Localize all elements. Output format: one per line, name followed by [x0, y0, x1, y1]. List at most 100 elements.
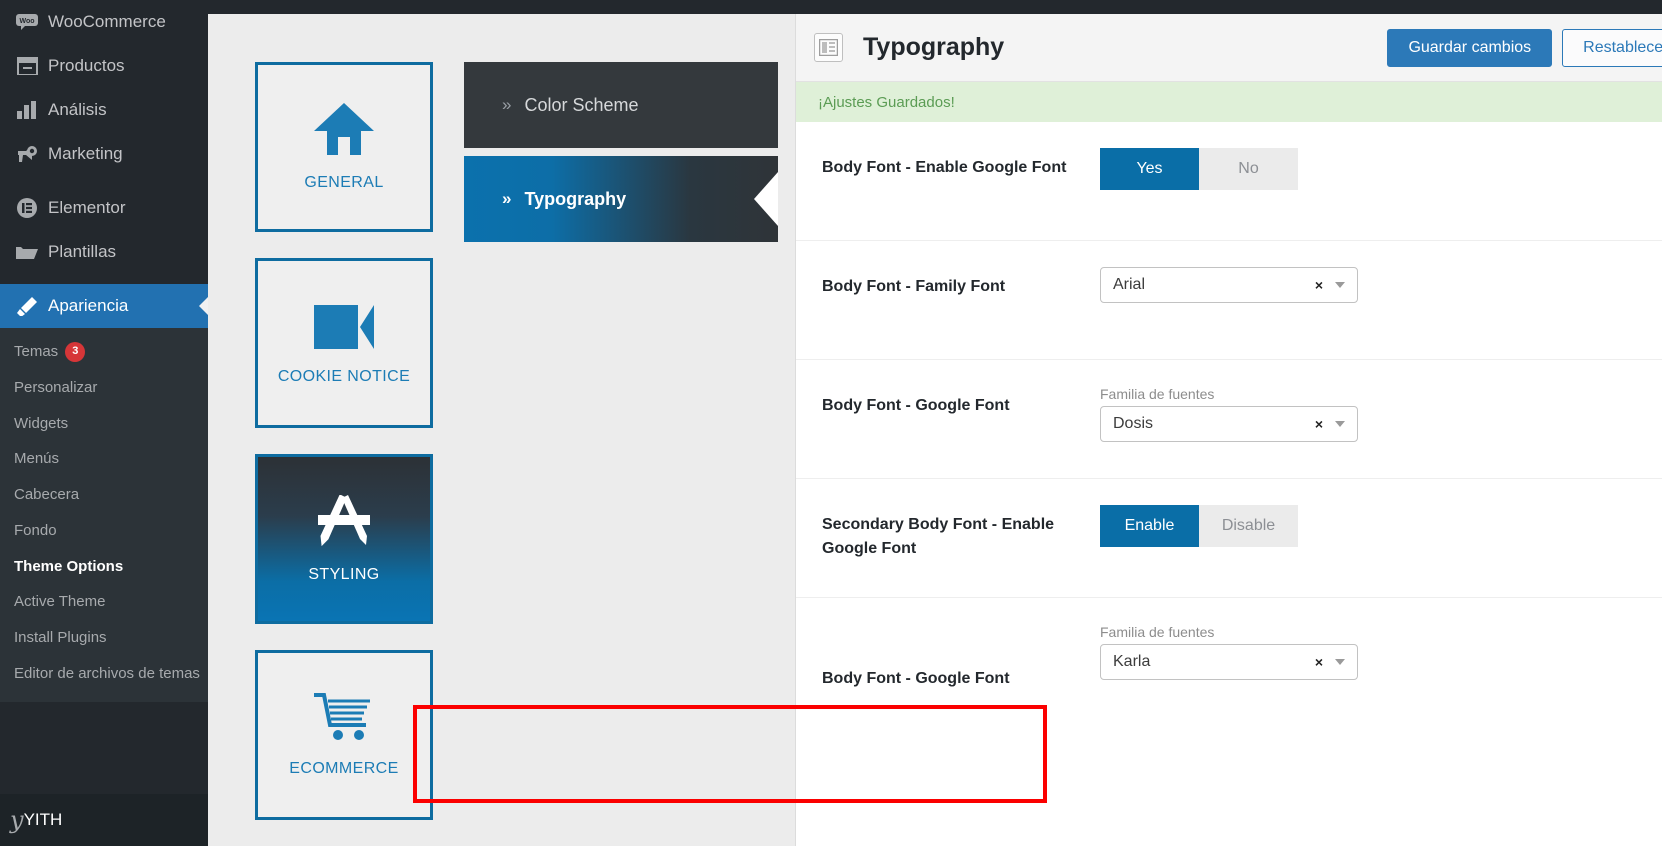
sidebar-item-label: WooCommerce	[48, 12, 166, 31]
admin-top-bar	[208, 0, 1662, 14]
layout-panel-icon	[814, 33, 843, 62]
section-tile-ecommerce[interactable]: ECOMMERCE	[255, 650, 433, 820]
subnav-item-label: Typography	[524, 188, 627, 209]
buttonset-secondary-enable-google-font: Enable Disable	[1100, 505, 1662, 547]
buttonset-option-enable[interactable]: Enable	[1100, 505, 1199, 547]
sidebar-item-analisis[interactable]: Análisis	[0, 88, 208, 132]
sidebar-item-marketing[interactable]: Marketing	[0, 132, 208, 176]
sidebar-subitem-fondo[interactable]: Fondo	[0, 513, 208, 549]
field-control: Familia de fuentes Karla ×	[1100, 624, 1662, 680]
select-family-font[interactable]: Arial ×	[1100, 267, 1358, 303]
subnav-item-typography[interactable]: » Typography	[464, 156, 778, 242]
field-control: Yes No	[1100, 148, 1662, 190]
sidebar-subitem-theme-options[interactable]: Theme Options	[0, 549, 208, 585]
section-tile-label: GENERAL	[304, 173, 384, 191]
section-tiles: GENERAL COOKIE NOTICE STYLING ECOMMERCE	[255, 62, 437, 846]
page-title: Typography	[863, 33, 1005, 61]
clear-icon[interactable]: ×	[1315, 654, 1323, 670]
chevron-down-icon[interactable]	[1335, 659, 1345, 665]
field-label: Secondary Body Font - Enable Google Font	[822, 516, 1055, 557]
field-control: Arial ×	[1100, 267, 1662, 303]
sidebar-subitem-menus[interactable]: Menús	[0, 441, 208, 477]
buttonset-option-disable[interactable]: Disable	[1199, 505, 1298, 547]
select-google-font-karla[interactable]: Karla ×	[1100, 644, 1358, 680]
theme-options-page: GENERAL COOKIE NOTICE STYLING ECOMMERCE …	[208, 14, 1662, 846]
yith-icon: y	[10, 806, 24, 834]
field-label: Body Font - Google Font	[822, 397, 1010, 414]
section-tile-label: ECOMMERCE	[289, 759, 399, 777]
home-icon	[314, 102, 374, 160]
sidebar-subitem-temas[interactable]: Temas 3	[0, 334, 208, 370]
select-sub-label: Familia de fuentes	[1100, 624, 1215, 640]
save-button[interactable]: Guardar cambios	[1387, 28, 1553, 67]
chevron-down-icon[interactable]	[1335, 421, 1345, 427]
folder-icon	[10, 244, 44, 261]
chevron-down-icon[interactable]	[1335, 282, 1345, 288]
field-row-secondary-body-font-enable-google-font: Secondary Body Font - Enable Google Font…	[796, 479, 1662, 598]
section-tile-cookie-notice[interactable]: COOKIE NOTICE	[255, 258, 433, 428]
sidebar-item-apariencia[interactable]: Apariencia	[0, 284, 208, 328]
shopping-cart-icon	[314, 692, 374, 746]
field-row-body-font-family-font: Body Font - Family Font Arial ×	[796, 241, 1662, 360]
select-google-font-dosis[interactable]: Dosis ×	[1100, 406, 1358, 442]
field-control: Familia de fuentes Dosis ×	[1100, 386, 1662, 442]
sidebar-subitem-label: Temas	[14, 343, 59, 360]
analytics-bar-chart-icon	[10, 101, 44, 119]
subnav-item-label: Color Scheme	[524, 94, 639, 115]
sidebar-divider	[0, 176, 208, 186]
sidebar-item-label: Plantillas	[48, 242, 117, 261]
field-label: Body Font - Google Font	[822, 670, 1010, 687]
sidebar-subitem-cabecera[interactable]: Cabecera	[0, 477, 208, 513]
clear-icon[interactable]: ×	[1315, 277, 1323, 293]
buttonset-option-yes[interactable]: Yes	[1100, 148, 1199, 190]
chevron-double-right-icon: »	[502, 189, 512, 208]
sidebar-item-elementor[interactable]: Elementor	[0, 186, 208, 230]
paintbrush-icon	[10, 296, 44, 316]
section-subnav: » Color Scheme » Typography	[464, 62, 778, 250]
select-value: Arial	[1113, 276, 1146, 293]
sidebar-subitem-install-plugins[interactable]: Install Plugins	[0, 620, 208, 656]
elementor-icon	[10, 198, 44, 218]
field-control: Enable Disable	[1100, 505, 1662, 547]
field-row-body-font-google-font-karla: Body Font - Google Font Familia de fuent…	[796, 598, 1662, 717]
sidebar-item-label: Apariencia	[48, 296, 129, 315]
panel-header-buttons: Guardar cambios Restablecer Secció	[1387, 28, 1662, 67]
field-row-body-font-enable-google-font: Body Font - Enable Google Font Yes No	[796, 122, 1662, 241]
sidebar-item-label: Marketing	[48, 144, 123, 163]
clear-icon[interactable]: ×	[1315, 416, 1323, 432]
sidebar-item-label: Productos	[48, 56, 125, 75]
select-value: Dosis	[1113, 415, 1154, 432]
buttonset-option-no[interactable]: No	[1199, 148, 1298, 190]
wp-admin-sidebar: Woo WooCommerce Productos Análisis Marke…	[0, 0, 208, 846]
typography-panel: Typography Guardar cambios Restablecer S…	[795, 14, 1662, 846]
saved-notice: ¡Ajustes Guardados!	[796, 82, 1662, 122]
pen-brush-icon	[312, 493, 376, 552]
sidebar-item-yith[interactable]: y YITH	[0, 794, 208, 846]
sidebar-subitem-active-theme[interactable]: Active Theme	[0, 584, 208, 620]
woo-icon: Woo	[10, 14, 44, 30]
sidebar-item-label: YITH	[23, 810, 63, 829]
video-camera-icon	[314, 301, 374, 354]
sidebar-item-plantillas[interactable]: Plantillas	[0, 230, 208, 274]
products-icon	[10, 57, 44, 75]
reset-section-button[interactable]: Restablecer Secció	[1562, 28, 1662, 67]
sidebar-divider	[0, 274, 208, 284]
section-tile-styling[interactable]: STYLING	[255, 454, 433, 624]
section-tile-label: STYLING	[308, 565, 380, 583]
sidebar-item-label: Análisis	[48, 100, 107, 119]
megaphone-icon	[10, 145, 44, 163]
status-badge: 3	[65, 342, 86, 362]
section-tile-general[interactable]: GENERAL	[255, 62, 433, 232]
sidebar-item-woocommerce[interactable]: Woo WooCommerce	[0, 0, 208, 44]
subnav-item-color-scheme[interactable]: » Color Scheme	[464, 62, 778, 148]
sidebar-item-label: Elementor	[48, 198, 126, 217]
sidebar-subitem-personalizar[interactable]: Personalizar	[0, 370, 208, 406]
sidebar-item-productos[interactable]: Productos	[0, 44, 208, 88]
field-row-body-font-google-font-dosis: Body Font - Google Font Familia de fuent…	[796, 360, 1662, 479]
sidebar-subitem-editor-archivos-temas[interactable]: Editor de archivos de temas	[0, 656, 208, 692]
field-label: Body Font - Enable Google Font	[822, 159, 1067, 176]
section-tile-label: COOKIE NOTICE	[277, 367, 411, 385]
sidebar-submenu: Temas 3 Personalizar Widgets Menús Cabece…	[0, 328, 208, 702]
select-sub-label: Familia de fuentes	[1100, 386, 1215, 402]
sidebar-subitem-widgets[interactable]: Widgets	[0, 406, 208, 442]
